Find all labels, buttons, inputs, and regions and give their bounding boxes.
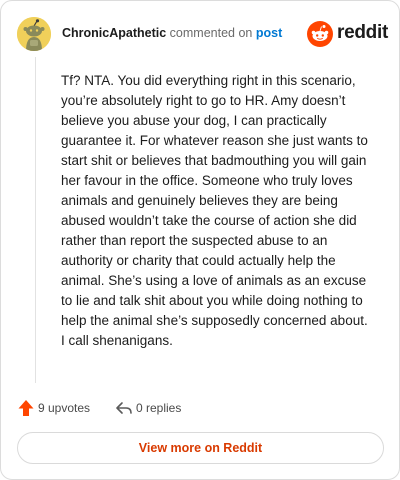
commented-on-text: commented on — [169, 26, 253, 40]
comment-card: ChronicApathetic commented on post reddi… — [0, 0, 400, 480]
reply-button[interactable]: 0 replies — [115, 397, 195, 419]
comment-meta: ChronicApathetic commented on post — [62, 26, 282, 40]
snoo-avatar-icon — [17, 17, 51, 51]
upvote-button[interactable]: 9 upvotes — [17, 397, 102, 419]
reply-arrow-icon — [116, 402, 132, 414]
upvote-arrow-icon — [18, 400, 34, 416]
comment-header: ChronicApathetic commented on post reddi… — [17, 17, 388, 51]
reddit-wordmark: reddit — [337, 22, 388, 43]
comment-body: Tf? NTA. You did everything right in thi… — [61, 73, 368, 348]
thread-line — [35, 57, 36, 383]
reddit-logo-icon — [307, 21, 333, 47]
reddit-brand[interactable]: reddit — [307, 21, 388, 47]
upvote-count: 9 upvotes — [38, 401, 91, 415]
post-link[interactable]: post — [256, 26, 282, 40]
comment-actions: 9 upvotes 0 replies — [17, 397, 317, 419]
username-link[interactable]: ChronicApathetic — [62, 26, 166, 40]
user-avatar[interactable] — [17, 17, 51, 51]
view-more-button[interactable]: View more on Reddit — [17, 432, 384, 464]
reply-count: 0 replies — [136, 401, 182, 415]
